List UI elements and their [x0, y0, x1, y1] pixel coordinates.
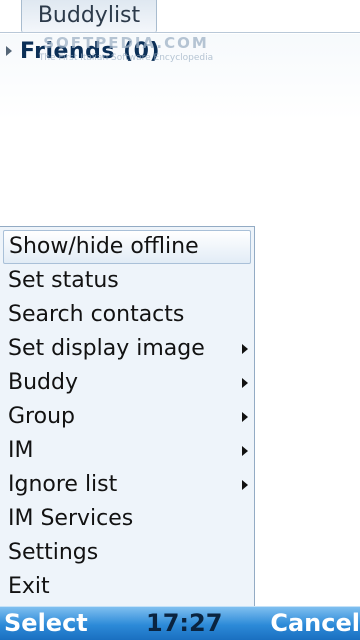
menu-item-label: Group [8, 404, 75, 429]
clock: 17:27 [146, 609, 223, 637]
menu-item-label: IM [8, 438, 34, 463]
menu-item-label: Ignore list [8, 472, 118, 497]
menu-item-label: Set display image [8, 336, 205, 361]
submenu-arrow-icon [242, 378, 248, 388]
menu-item-im-services[interactable]: IM Services [0, 502, 254, 536]
softkey-bar: Select 17:27 Cancel [0, 606, 360, 640]
menu-item-label: IM Services [8, 506, 134, 531]
select-softkey[interactable]: Select [4, 607, 88, 640]
tab-strip: Buddylist [0, 0, 360, 34]
submenu-arrow-icon [242, 446, 248, 456]
menu-item-label: Search contacts [8, 302, 185, 327]
options-menu: Show/hide offline Set status Search cont… [0, 226, 255, 607]
tab-buddylist[interactable]: Buddylist [21, 0, 157, 33]
menu-item-show-hide-offline[interactable]: Show/hide offline [3, 230, 251, 264]
contact-group-friends[interactable]: Friends (0) [6, 36, 160, 66]
menu-item-exit[interactable]: Exit [0, 570, 254, 604]
menu-item-label: Exit [8, 574, 50, 599]
submenu-arrow-icon [242, 480, 248, 490]
contact-group-label: Friends (0) [20, 38, 161, 64]
expand-arrow-icon[interactable] [6, 46, 12, 56]
submenu-arrow-icon [242, 412, 248, 422]
menu-item-buddy[interactable]: Buddy [0, 366, 254, 400]
menu-item-label: Show/hide offline [9, 234, 199, 259]
menu-item-ignore-list[interactable]: Ignore list [0, 468, 254, 502]
cancel-softkey[interactable]: Cancel [270, 607, 360, 640]
phone-screen: Buddylist Friends (0) SOFTPEDIA.COM The … [0, 0, 360, 640]
menu-item-group[interactable]: Group [0, 400, 254, 434]
menu-item-im[interactable]: IM [0, 434, 254, 468]
menu-item-set-status[interactable]: Set status [0, 264, 254, 298]
submenu-arrow-icon [242, 344, 248, 354]
menu-item-label: Buddy [8, 370, 78, 395]
menu-item-label: Set status [8, 268, 119, 293]
menu-item-label: Settings [8, 540, 99, 565]
menu-item-search-contacts[interactable]: Search contacts [0, 298, 254, 332]
menu-item-set-display-image[interactable]: Set display image [0, 332, 254, 366]
menu-item-settings[interactable]: Settings [0, 536, 254, 570]
